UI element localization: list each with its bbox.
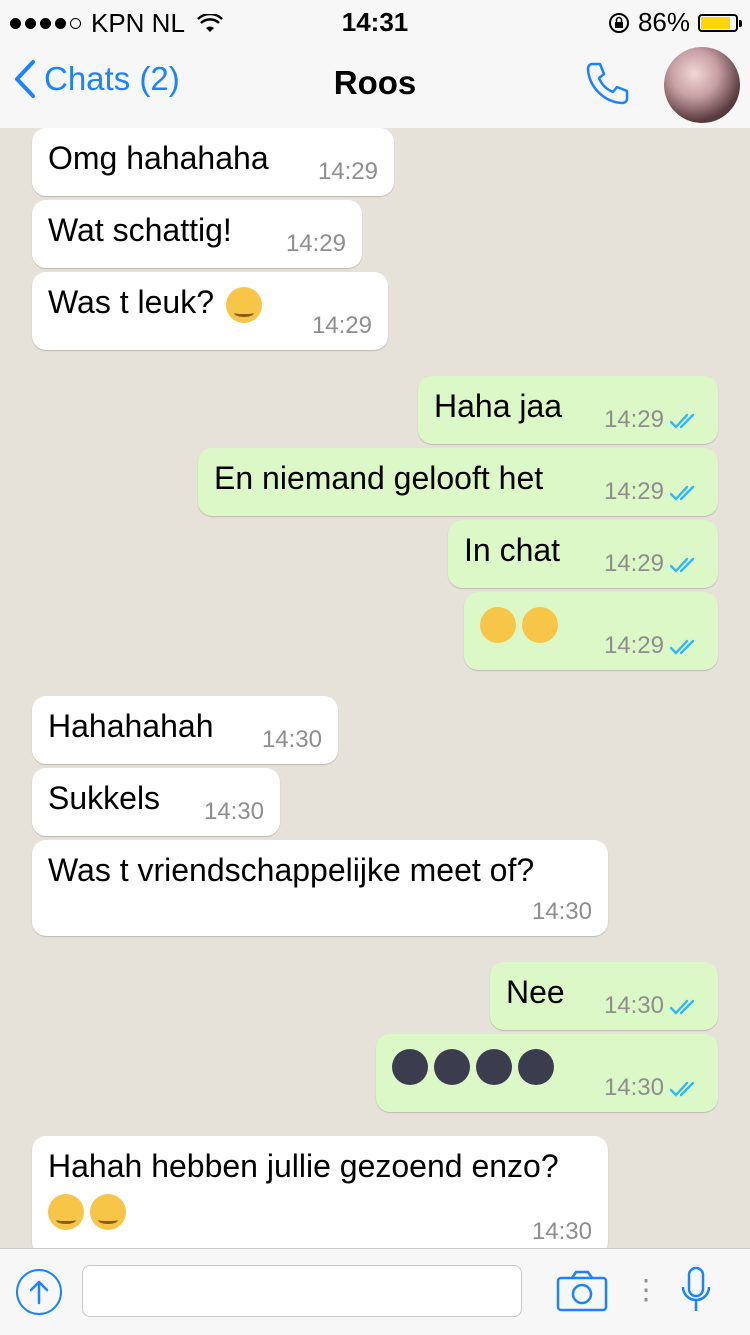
incoming-message[interactable]: Hahahahah 14:30 xyxy=(32,696,338,764)
message-text: En niemand gelooft het xyxy=(214,460,543,497)
chat-header: Chats (2) Roos xyxy=(0,42,750,129)
incoming-message[interactable]: Omg hahahaha 14:29 xyxy=(32,128,394,196)
camera-icon[interactable] xyxy=(556,1269,608,1313)
double-check-icon xyxy=(670,1081,695,1097)
message-text-content: Hahahahah xyxy=(48,708,214,744)
message-text-content: Haha jaa xyxy=(434,388,563,424)
new-moon-face-emoji-icon xyxy=(518,1048,554,1085)
message-timestamp: 14:29 xyxy=(285,230,346,257)
message-text-content: In chat xyxy=(464,532,561,568)
message-text-content: Was t vriendschappelijke meet of? xyxy=(48,852,535,888)
message-timestamp: 14:30 xyxy=(604,992,700,1020)
double-check-icon xyxy=(670,413,695,429)
double-check-icon xyxy=(670,557,695,573)
message-text: Hahahahah xyxy=(48,708,213,745)
outgoing-message[interactable]: 14:30 xyxy=(376,1034,718,1112)
incoming-message[interactable]: Wat schattig! 14:29 xyxy=(32,200,362,268)
message-timestamp: 14:29 xyxy=(311,312,372,339)
incoming-message[interactable]: Was t vriendschappelijke meet of? 14:30 xyxy=(32,840,608,936)
message-timestamp: 14:30 xyxy=(261,726,322,753)
message-text-content: Wat schattig! xyxy=(48,212,232,248)
outgoing-message[interactable]: 14:29 xyxy=(464,592,718,670)
message-text-content: Nee xyxy=(506,974,565,1010)
laughing-tears-emoji-icon xyxy=(480,606,516,643)
contact-name[interactable]: Roos xyxy=(0,64,750,102)
message-timestamp: 14:30 xyxy=(531,1218,592,1245)
message-input[interactable] xyxy=(82,1265,522,1317)
crying-emoji-icon xyxy=(522,606,558,643)
message-text-content: En niemand gelooft het xyxy=(214,460,544,496)
message-text-content: Was t leuk? xyxy=(48,284,214,320)
double-check-icon xyxy=(670,639,695,655)
incoming-message[interactable]: Was t leuk? 14:29 xyxy=(32,272,388,350)
status-bar: KPN NL 14:31 86% xyxy=(0,0,750,42)
incoming-message[interactable]: Hahah hebben jullie gezoend enzo? 14:30 xyxy=(32,1136,608,1248)
message-text-content: Sukkels xyxy=(48,780,161,816)
new-moon-face-emoji-icon xyxy=(392,1048,428,1085)
message-timestamp: 14:29 xyxy=(317,158,378,185)
double-check-icon xyxy=(670,485,695,501)
outgoing-message[interactable]: In chat 14:29 xyxy=(448,520,718,588)
smirk-emoji-icon xyxy=(90,1193,126,1230)
incoming-message[interactable]: Sukkels 14:30 xyxy=(32,768,280,836)
battery-percentage: 86% xyxy=(637,7,690,37)
message-text: Nee xyxy=(506,974,565,1011)
message-timestamp: 14:29 xyxy=(604,478,700,506)
message-text: Omg hahahaha xyxy=(48,140,269,177)
outgoing-message[interactable]: Haha jaa 14:29 xyxy=(418,376,718,444)
message-text: Haha jaa xyxy=(434,388,562,425)
microphone-icon[interactable] xyxy=(680,1265,712,1319)
input-bar: ⋮ xyxy=(0,1248,750,1335)
battery-icon xyxy=(698,13,742,32)
outgoing-message[interactable]: En niemand gelooft het 14:29 xyxy=(198,448,718,516)
message-timestamp: 14:29 xyxy=(604,550,700,578)
message-text: Was t vriendschappelijke meet of? xyxy=(48,852,534,889)
message-list[interactable]: Omg hahahaha 14:29 Wat schattig! 14:29 Was t… xyxy=(0,128,750,1248)
message-text: Sukkels xyxy=(48,780,160,817)
message-timestamp: 14:29 xyxy=(604,632,700,660)
message-text: Hahah hebben jullie gezoend enzo? xyxy=(48,1148,559,1230)
message-text-content: Omg hahahaha xyxy=(48,140,269,176)
upload-button[interactable] xyxy=(16,1269,62,1315)
message-text xyxy=(392,1046,560,1085)
orientation-lock-icon xyxy=(608,12,629,33)
smirk-emoji-icon xyxy=(48,1193,84,1230)
message-timestamp: 14:30 xyxy=(604,1074,700,1102)
message-text-content: Hahah hebben jullie gezoend enzo? xyxy=(48,1148,559,1184)
message-text: Wat schattig! xyxy=(48,212,232,249)
smirk-emoji-icon xyxy=(225,286,262,323)
message-timestamp: 14:30 xyxy=(531,898,592,925)
message-text xyxy=(480,604,564,643)
message-timestamp: 14:30 xyxy=(203,798,264,825)
new-moon-face-emoji-icon xyxy=(476,1048,512,1085)
more-icon[interactable]: ⋮ xyxy=(632,1273,660,1306)
phone-call-icon[interactable] xyxy=(582,58,632,108)
new-moon-face-emoji-icon xyxy=(434,1048,470,1085)
contact-avatar[interactable] xyxy=(664,47,740,123)
message-text: Was t leuk? xyxy=(48,284,268,323)
arrow-up-icon xyxy=(29,1280,49,1305)
double-check-icon xyxy=(670,999,695,1015)
message-timestamp: 14:29 xyxy=(604,406,700,434)
message-text: In chat xyxy=(464,532,560,569)
outgoing-message[interactable]: Nee 14:30 xyxy=(490,962,718,1030)
